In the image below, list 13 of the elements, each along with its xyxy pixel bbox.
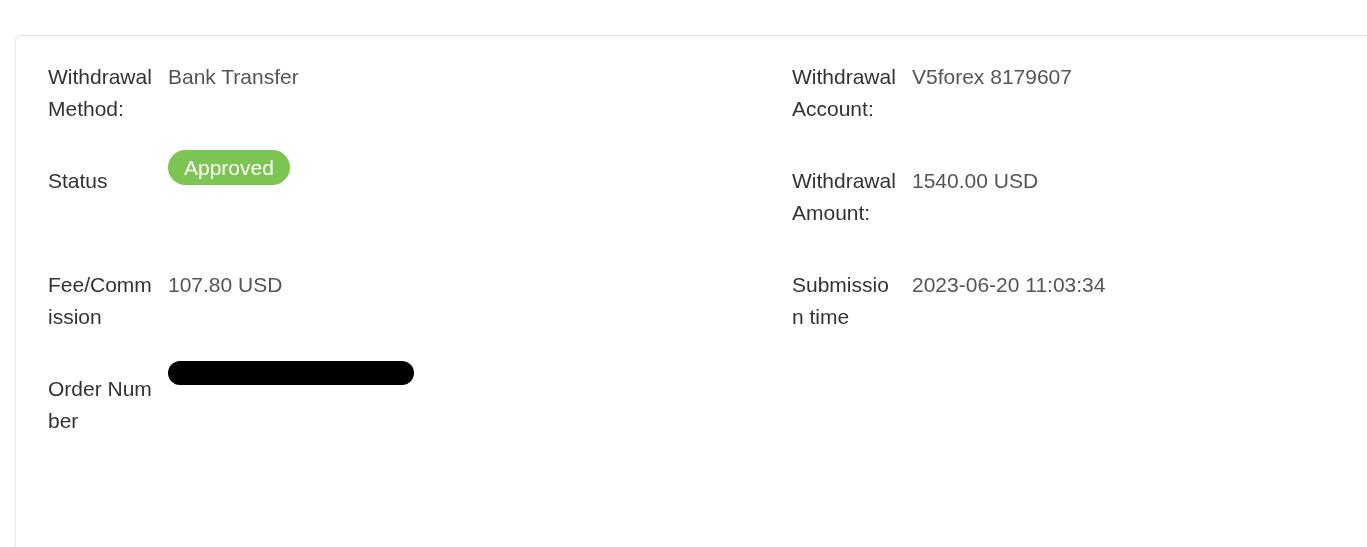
field-value: 1540.00 USD (912, 168, 1040, 194)
field-value: V5forex 8179607 (912, 64, 1073, 90)
field-label: Submission time (792, 272, 890, 330)
field-value: 107.80 USD (168, 272, 284, 298)
field-label: Withdrawal Account: (792, 64, 897, 122)
field-label: Fee/Commission (48, 272, 153, 330)
field-label: Withdrawal Method: (48, 64, 153, 122)
field-label: Withdrawal Amount: (792, 168, 897, 226)
field-label: Status (48, 168, 109, 194)
status-badge: Approved (168, 150, 290, 185)
field-value: 2023-06-20 11:03:34 (912, 272, 1107, 298)
field-value: Bank Transfer (168, 64, 300, 90)
field-label: Order Number (48, 376, 153, 434)
